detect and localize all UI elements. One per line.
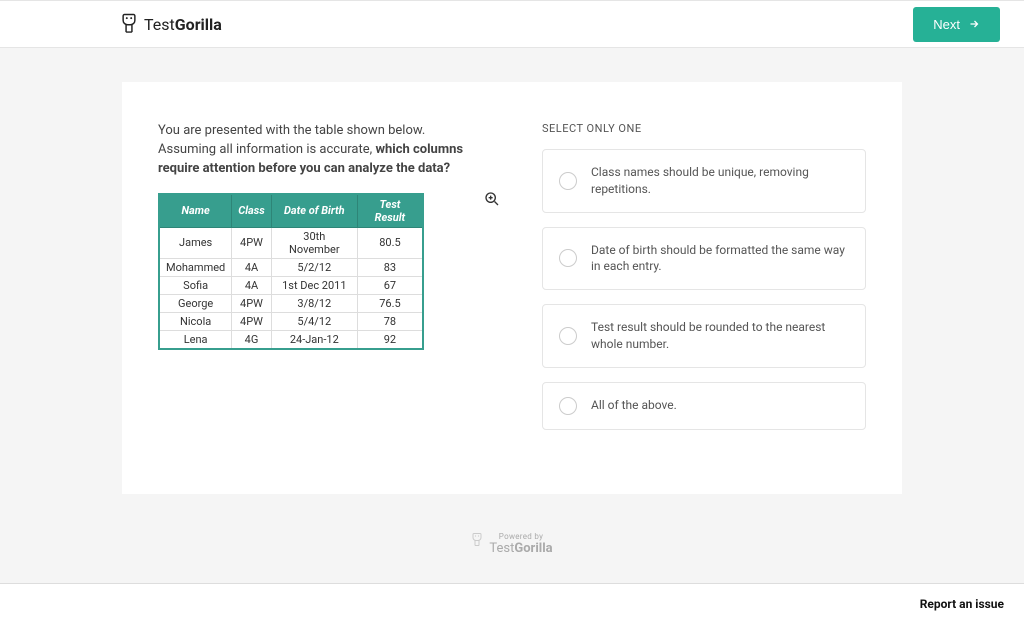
option-1-text: Class names should be unique, removing r… [591, 164, 849, 198]
answers-column: SELECT ONLY ONE Class names should be un… [542, 122, 866, 444]
table-row: Sofia4A1st Dec 201167 [159, 276, 423, 294]
gorilla-footer-icon [471, 532, 483, 548]
option-4-text: All of the above. [591, 397, 677, 414]
col-class: Class [232, 194, 272, 228]
zoom-in-icon[interactable] [484, 191, 500, 207]
table-row: George4PW3/8/1276.5 [159, 294, 423, 312]
data-table: Name Class Date of Birth Test Result Jam… [158, 193, 424, 350]
logo-text: TestGorilla [144, 15, 222, 34]
powered-by-label: Powered by [489, 532, 552, 541]
table-row: Nicola4PW5/4/1278 [159, 312, 423, 330]
table-row: James4PW30th November80.5 [159, 227, 423, 258]
gorilla-logo-icon [120, 13, 138, 35]
option-3[interactable]: Test result should be rounded to the nea… [542, 304, 866, 368]
question-card: You are presented with the table shown b… [122, 82, 902, 494]
table-wrap: Name Class Date of Birth Test Result Jam… [158, 193, 482, 350]
next-button[interactable]: Next [913, 7, 1000, 42]
col-result: Test Result [357, 194, 423, 228]
radio-icon [559, 172, 577, 190]
footer-brand-text: TestGorilla [489, 541, 552, 556]
option-1[interactable]: Class names should be unique, removing r… [542, 149, 866, 213]
next-button-label: Next [933, 17, 960, 32]
table-header-row: Name Class Date of Birth Test Result [159, 194, 423, 228]
logo: TestGorilla [120, 13, 222, 35]
option-2-text: Date of birth should be formatted the sa… [591, 242, 849, 276]
table-row: Lena4G24-Jan-1292 [159, 330, 423, 349]
question-column: You are presented with the table shown b… [158, 122, 482, 444]
option-2[interactable]: Date of birth should be formatted the sa… [542, 227, 866, 291]
report-issue-link[interactable]: Report an issue [920, 597, 1004, 611]
arrow-right-icon [968, 18, 980, 30]
col-name: Name [159, 194, 232, 228]
select-only-one-label: SELECT ONLY ONE [542, 122, 866, 135]
table-row: Mohammed4A5/2/1283 [159, 258, 423, 276]
footer-brand: Powered by TestGorilla [0, 532, 1024, 556]
option-4[interactable]: All of the above. [542, 382, 866, 430]
radio-icon [559, 397, 577, 415]
radio-icon [559, 327, 577, 345]
option-3-text: Test result should be rounded to the nea… [591, 319, 849, 353]
question-text: You are presented with the table shown b… [158, 122, 482, 179]
col-dob: Date of Birth [271, 194, 357, 228]
top-bar: TestGorilla Next [0, 0, 1024, 48]
bottom-bar: Report an issue [0, 583, 1024, 623]
radio-icon [559, 249, 577, 267]
